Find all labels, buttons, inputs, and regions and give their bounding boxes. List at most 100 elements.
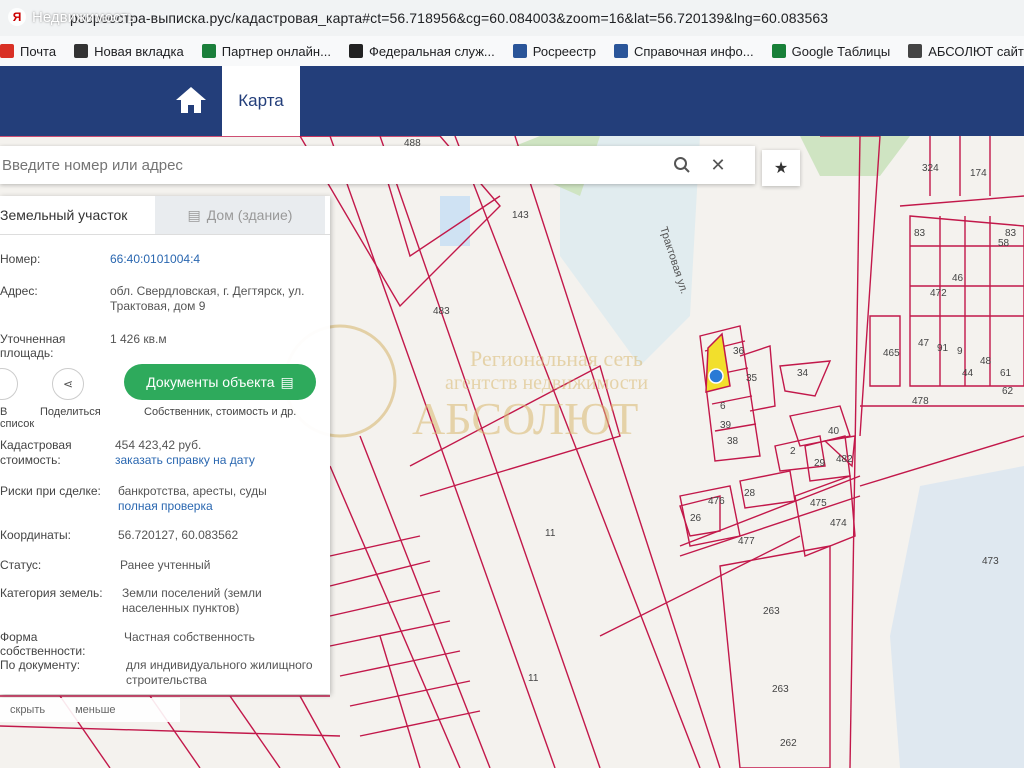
site-icon xyxy=(908,44,923,58)
documents-sub-label: Собственник, стоимость и др. xyxy=(144,406,297,418)
parcel-label: 174 xyxy=(970,168,987,179)
location-marker-icon[interactable] xyxy=(708,368,724,384)
bookmark-label: Партнер онлайн... xyxy=(221,43,331,59)
parcel-label: 465 xyxy=(883,348,900,359)
object-info-panel: Земельный участок ▤ Дом (здание) Номер: 6… xyxy=(0,196,330,694)
number-value[interactable]: 66:40:0101004:4 xyxy=(110,252,200,266)
ownership-label: Форма собственности: xyxy=(0,630,86,658)
panel-footer: скрыть меньше xyxy=(0,698,180,722)
tab-building[interactable]: ▤ Дом (здание) xyxy=(155,196,325,234)
category-label: Категория земель: xyxy=(0,586,103,600)
parcel-label: 476 xyxy=(708,496,725,507)
parcel-label: 35 xyxy=(746,373,758,384)
parcel-label: 262 xyxy=(780,738,797,749)
parcel-label: 324 xyxy=(922,163,939,174)
cadastral-label: Кадастровая стоимость: xyxy=(0,438,72,467)
panel-tabs: Земельный участок ▤ Дом (здание) xyxy=(0,196,330,235)
parcel-label: 26 xyxy=(690,513,702,524)
coords-value: 56.720127, 60.083562 xyxy=(118,528,239,542)
bookmark-item[interactable]: Партнер онлайн... xyxy=(201,43,331,59)
less-button[interactable]: меньше xyxy=(75,704,115,716)
area-label: Уточненная площадь: xyxy=(0,332,66,360)
parcel-label: 40 xyxy=(828,426,840,437)
bookmark-label: Google Таблицы xyxy=(791,43,891,59)
clear-button[interactable]: ✕ xyxy=(700,147,736,183)
search-box: ✕ xyxy=(0,146,755,184)
parcel-label: 6 xyxy=(720,401,726,412)
parcel-label: 34 xyxy=(797,368,809,379)
parcel-label: 58 xyxy=(998,238,1010,249)
parcel-label: 62 xyxy=(1002,386,1014,397)
bookmark-item[interactable]: Федеральная служ... xyxy=(348,43,495,59)
hide-button[interactable]: скрыть xyxy=(10,704,45,716)
parcel-label: 477 xyxy=(738,536,755,547)
watermark-line1: Региональная сеть xyxy=(470,346,643,371)
parcel-label: 482 xyxy=(836,454,853,465)
home-icon xyxy=(176,87,206,113)
parcel-label: 91 xyxy=(937,343,949,354)
site-navbar: Карта xyxy=(0,66,1024,136)
star-icon: ★ xyxy=(773,160,789,177)
parcel-label: 83 xyxy=(914,228,926,239)
lake-area xyxy=(890,466,1024,768)
bookmark-label: Справочная инфо... xyxy=(633,43,754,59)
parcel-label: 263 xyxy=(763,606,780,617)
share-button[interactable]: ⋖ xyxy=(52,368,84,400)
parcel-label: 478 xyxy=(912,396,929,407)
parcel-label: 39 xyxy=(720,420,732,431)
rosreestr-icon xyxy=(512,44,527,58)
parcel-label: 143 xyxy=(512,210,529,221)
document-icon: ▤ xyxy=(280,373,294,390)
watermark-brand: АБСОЛЮТ xyxy=(412,393,638,444)
tab-building-label: Дом (здание) xyxy=(206,207,293,223)
parcel-label: 29 xyxy=(814,458,826,469)
category-value: Земли поселений (земли населенных пункто… xyxy=(122,586,262,615)
parcel-label: 483 xyxy=(433,306,450,317)
url-text[interactable]: росреестра-выписка.рус/кадастровая_карта… xyxy=(70,10,828,26)
search-input[interactable] xyxy=(0,155,664,175)
bookmarks-bar: Почта Новая вкладка Партнер онлайн... Федер… xyxy=(0,36,1024,67)
bookmark-label: АБСОЛЮТ сайт xyxy=(928,43,1024,59)
address-value: обл. Свердловская, г. Дегтярск, ул. Трак… xyxy=(110,284,305,313)
ownership-value: Частная собственность xyxy=(124,630,255,644)
order-certificate-link[interactable]: заказать справку на дату xyxy=(115,453,255,468)
tab-land-plot[interactable]: Земельный участок xyxy=(0,196,155,234)
bookmark-item[interactable]: Новая вкладка xyxy=(74,44,184,59)
favorites-button[interactable]: ★ xyxy=(762,150,800,186)
address-bar[interactable]: Я Недвижимость росреестра-выписка.рус/ка… xyxy=(0,0,1024,37)
yandex-logo-icon: Я xyxy=(8,8,26,26)
number-label: Номер: xyxy=(0,252,41,266)
parcel-label: 36 xyxy=(733,346,745,357)
risks-value: банкротства, аресты, суды xyxy=(118,484,267,498)
add-to-list-label: В список xyxy=(0,406,35,430)
parcel-label: 44 xyxy=(962,368,974,379)
parcel-label: 47 xyxy=(918,338,930,349)
parcel-label: 28 xyxy=(744,488,756,499)
rosreestr-icon xyxy=(613,44,628,58)
watermark-line2: агентств недвижимости xyxy=(445,372,648,394)
parcel-label: 9 xyxy=(957,346,963,357)
tab-land-label: Земельный участок xyxy=(0,207,128,223)
bookmark-item[interactable]: АБСОЛЮТ сайт xyxy=(908,44,1024,59)
bookmark-item[interactable]: Росреестр xyxy=(512,44,596,59)
use-value: для индивидуального жилищного строительс… xyxy=(126,658,313,687)
parcel-label: 11 xyxy=(545,528,556,539)
home-button[interactable] xyxy=(170,82,212,118)
parcel-label: 46 xyxy=(952,273,964,284)
sheets-icon xyxy=(771,44,786,58)
tab-map[interactable]: Карта xyxy=(222,66,300,136)
bookmark-label: Федеральная служ... xyxy=(368,43,495,59)
site-watermark: Я Недвижимость xyxy=(8,8,135,26)
agency-watermark: Региональная сеть агентств недвижимости … xyxy=(283,324,648,444)
status-label: Статус: xyxy=(0,558,42,572)
search-button[interactable] xyxy=(664,147,700,183)
bookmark-item[interactable]: Справочная инфо... xyxy=(613,43,754,59)
bookmark-item[interactable]: Почта xyxy=(0,44,56,59)
parcel-label: 475 xyxy=(810,498,827,509)
documents-button[interactable]: Документы объекта ▤ xyxy=(124,364,316,400)
full-check-link[interactable]: полная проверка xyxy=(118,499,267,514)
parcel-label: 61 xyxy=(1000,368,1012,379)
add-to-list-button[interactable] xyxy=(0,368,18,400)
pond-area xyxy=(440,196,470,246)
bookmark-item[interactable]: Google Таблицы xyxy=(771,43,891,59)
